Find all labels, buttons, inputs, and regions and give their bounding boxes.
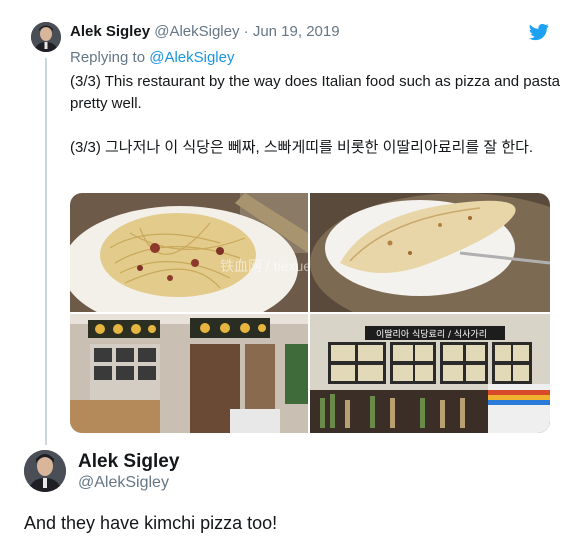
- thread-line: [45, 58, 47, 445]
- quote-author-handle[interactable]: @AlekSigley: [78, 474, 169, 492]
- media-grid: 铁血网 / tiexue.net: [70, 193, 550, 433]
- replying-to: Replying to @AlekSigley: [70, 49, 234, 66]
- author-handle[interactable]: @AlekSigley: [154, 23, 239, 40]
- menu-sign-text: 이딸리아 식당료리 / 식사가리: [376, 328, 487, 340]
- tweet-header: Alek Sigley @AlekSigley · Jun 19, 2019: [70, 23, 340, 40]
- menu-board-photo[interactable]: 이딸리아 식당료리 / 식사가리: [310, 314, 550, 433]
- avatar-photo: [31, 22, 61, 52]
- pizza-photo[interactable]: [310, 193, 550, 312]
- replying-prefix: Replying to: [70, 49, 150, 66]
- restaurant-interior-photo[interactable]: [70, 314, 308, 433]
- twitter-bird-icon[interactable]: [529, 23, 549, 41]
- tweet-text: (3/3) This restaurant by the way does It…: [70, 71, 560, 159]
- replying-to-link[interactable]: @AlekSigley: [149, 49, 234, 66]
- spaghetti-photo[interactable]: 铁血网 / tiexue.net: [70, 193, 308, 312]
- tweet-date[interactable]: Jun 19, 2019: [253, 23, 340, 40]
- watermark: 铁血网 / tiexue.net: [220, 258, 308, 274]
- meta-separator: ·: [239, 23, 253, 40]
- author-name[interactable]: Alek Sigley: [70, 23, 150, 40]
- quote-avatar[interactable]: [24, 450, 66, 492]
- avatar[interactable]: [31, 22, 61, 52]
- avatar-photo: [24, 450, 66, 492]
- tweet-text-english: (3/3) This restaurant by the way does It…: [70, 73, 561, 112]
- quote-author-name[interactable]: Alek Sigley: [78, 451, 179, 473]
- quote-text: And they have kimchi pizza too!: [24, 513, 278, 533]
- tweet-text-korean: (3/3) 그나저나 이 식당은 뻬짜, 스빠게띠를 비롯한 이딸리아료리를 잘…: [70, 139, 534, 156]
